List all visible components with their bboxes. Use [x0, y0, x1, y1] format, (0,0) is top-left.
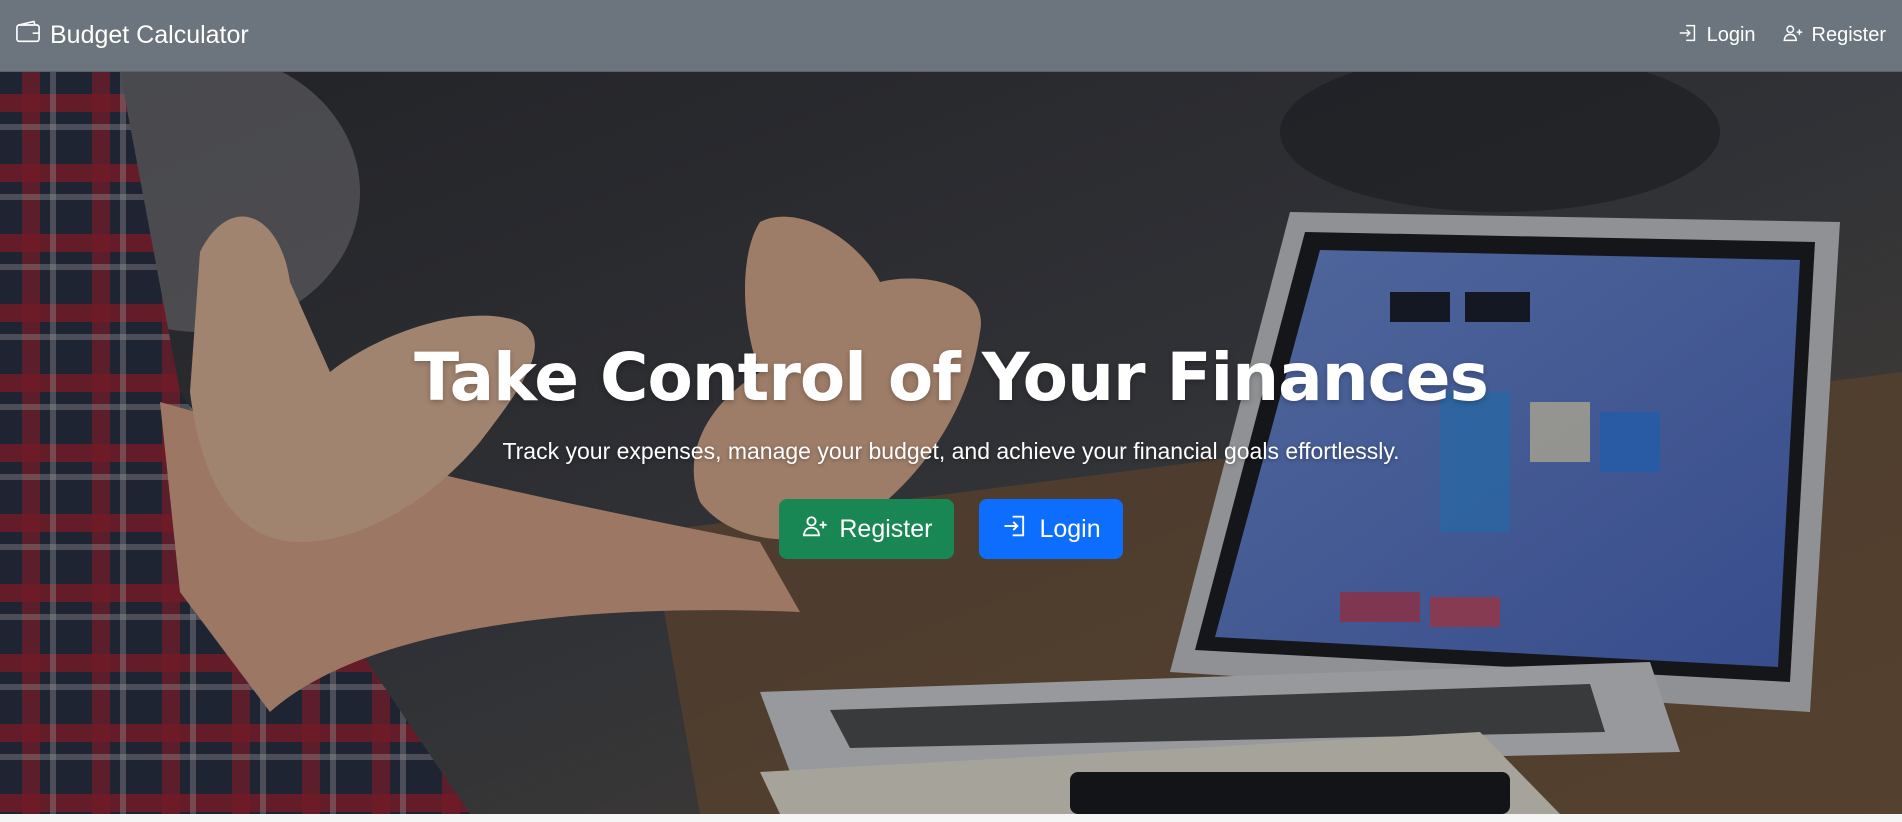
brand-link[interactable]: Budget Calculator [14, 18, 249, 53]
hero-title: Take Control of Your Finances [414, 338, 1489, 416]
nav-register-link[interactable]: Register [1782, 22, 1886, 50]
hero-content: Take Control of Your Finances Track your… [0, 72, 1902, 814]
wallet-icon [14, 18, 42, 53]
login-button-label: Login [1039, 514, 1101, 543]
top-navbar: Budget Calculator Login Register [0, 0, 1902, 72]
page-bottom-strip [0, 814, 1902, 822]
hero-actions: Register Login [779, 499, 1123, 560]
nav-links: Login Register [1677, 22, 1886, 50]
person-plus-icon [1782, 22, 1804, 50]
hero-subtitle: Track your expenses, manage your budget,… [502, 438, 1400, 465]
login-icon [1677, 22, 1699, 50]
nav-login-link[interactable]: Login [1677, 22, 1756, 50]
register-button[interactable]: Register [779, 499, 955, 560]
nav-login-label: Login [1706, 24, 1756, 46]
login-icon [1001, 512, 1029, 547]
register-button-label: Register [839, 514, 933, 543]
hero-section: Take Control of Your Finances Track your… [0, 72, 1902, 814]
brand-label: Budget Calculator [50, 21, 249, 49]
person-plus-icon [801, 512, 829, 547]
login-button[interactable]: Login [979, 499, 1123, 560]
nav-register-label: Register [1811, 24, 1886, 46]
